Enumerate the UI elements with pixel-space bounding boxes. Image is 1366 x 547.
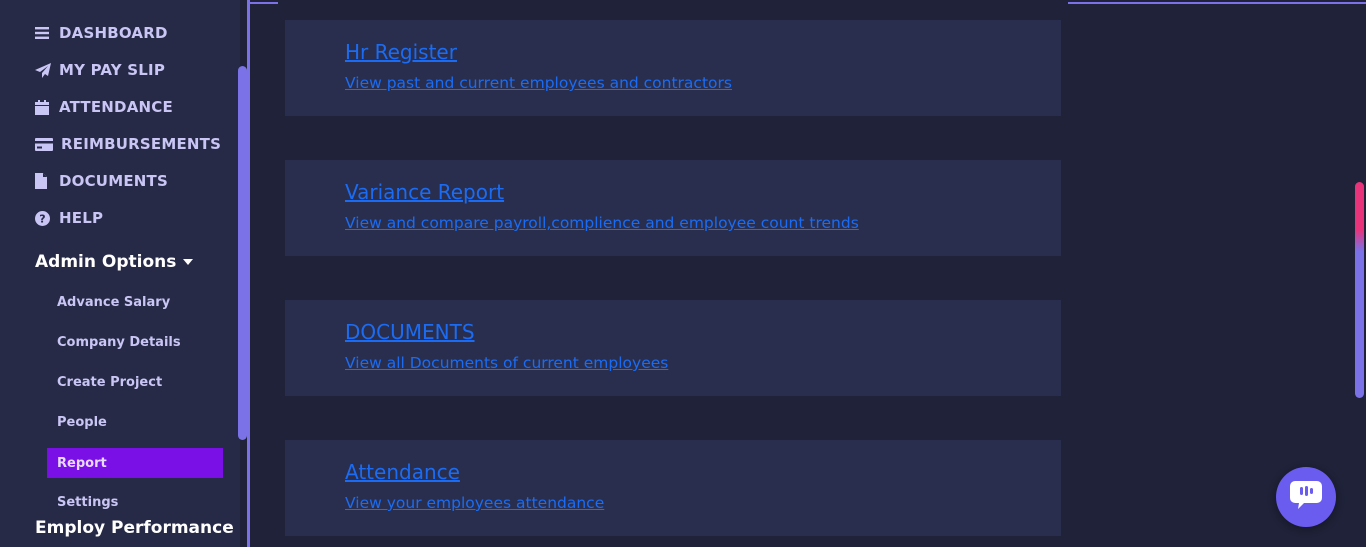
admin-item-label: Create Project	[57, 374, 163, 390]
sidebar-divider	[247, 0, 250, 547]
nav-attendance-label: ATTENDANCE	[59, 98, 173, 116]
admin-item-create-project[interactable]: Create Project	[47, 367, 223, 397]
admin-options-title: Admin Options	[35, 252, 177, 272]
report-title-link[interactable]: Variance Report	[345, 180, 504, 204]
admin-options-toggle[interactable]: Admin Options	[35, 252, 194, 272]
admin-item-label: Report	[57, 455, 107, 471]
nav-reimbursements-label: REIMBURSEMENTS	[61, 135, 222, 153]
report-description-link[interactable]: View all Documents of current employees	[345, 354, 668, 372]
paper-plane-icon	[35, 62, 55, 78]
report-card-attendance: Attendance View your employees attendanc…	[285, 440, 1061, 536]
admin-item-label: Company Details	[57, 334, 181, 350]
report-card-hr-register: Hr Register View past and current employ…	[285, 20, 1061, 116]
nav-help[interactable]: ? HELP	[35, 206, 103, 230]
sidebar: DASHBOARD MY PAY SLIP ATTENDANCE REIMBUR…	[0, 0, 240, 547]
nav-my-pay-slip-label: MY PAY SLIP	[59, 61, 166, 79]
nav-dashboard[interactable]: DASHBOARD	[35, 21, 168, 45]
employ-performance-heading[interactable]: Employ Performance	[35, 518, 234, 538]
nav-documents-label: DOCUMENTS	[59, 172, 168, 190]
admin-item-report[interactable]: Report	[47, 448, 223, 478]
report-title-link[interactable]: Hr Register	[345, 40, 457, 64]
chat-icon	[1289, 480, 1323, 514]
report-card-variance-report: Variance Report View and compare payroll…	[285, 160, 1061, 256]
admin-item-label: Settings	[57, 494, 119, 510]
nav-documents[interactable]: DOCUMENTS	[35, 169, 168, 193]
nav-help-label: HELP	[59, 209, 104, 227]
credit-card-icon	[35, 137, 57, 151]
admin-item-settings[interactable]: Settings	[47, 487, 223, 517]
admin-item-label: People	[57, 414, 107, 430]
admin-item-company-details[interactable]: Company Details	[47, 327, 223, 357]
file-icon	[35, 173, 55, 189]
nav-my-pay-slip[interactable]: MY PAY SLIP	[35, 58, 165, 82]
sidebar-scrollbar[interactable]	[238, 66, 247, 440]
report-description-link[interactable]: View your employees attendance	[345, 494, 604, 512]
page-scrollbar[interactable]	[1355, 182, 1364, 398]
caret-down-icon	[183, 259, 194, 265]
report-title-link[interactable]: Attendance	[345, 460, 460, 484]
report-description-link[interactable]: View and compare payroll,complience and …	[345, 214, 859, 232]
nav-attendance[interactable]: ATTENDANCE	[35, 95, 173, 119]
report-title-link[interactable]: DOCUMENTS	[345, 320, 475, 344]
question-circle-icon: ?	[35, 210, 55, 226]
report-card-documents: DOCUMENTS View all Documents of current …	[285, 300, 1061, 396]
admin-item-people[interactable]: People	[47, 407, 223, 437]
admin-item-advance-salary[interactable]: Advance Salary	[47, 287, 223, 317]
chat-widget-button[interactable]	[1276, 467, 1336, 527]
nav-dashboard-label: DASHBOARD	[59, 24, 168, 42]
admin-item-label: Advance Salary	[57, 294, 171, 310]
menu-icon	[35, 27, 55, 39]
calendar-icon	[35, 99, 55, 115]
svg-text:?: ?	[39, 212, 46, 225]
report-description-link[interactable]: View past and current employees and cont…	[345, 74, 732, 92]
nav-reimbursements[interactable]: REIMBURSEMENTS	[35, 132, 221, 156]
